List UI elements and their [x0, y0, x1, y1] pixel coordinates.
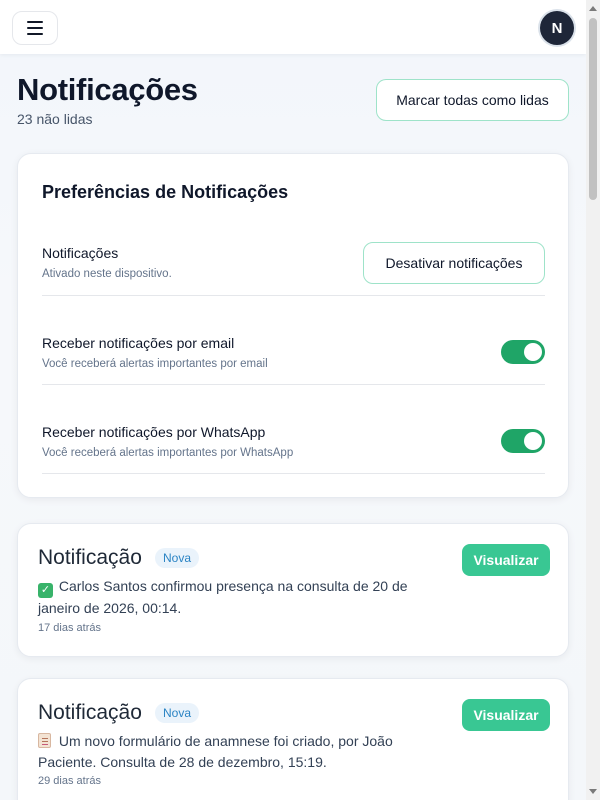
email-notifications-toggle[interactable] [501, 340, 545, 364]
mark-all-read-button[interactable]: Marcar todas como lidas [376, 79, 569, 121]
scroll-down-icon[interactable] [589, 789, 597, 794]
scroll-up-icon[interactable] [589, 6, 597, 11]
disable-notifications-button[interactable]: Desativar notificações [363, 242, 545, 284]
notification-title: Notificação [38, 546, 142, 569]
notification-time: 29 dias atrás [38, 775, 101, 787]
top-bar: N [0, 0, 586, 54]
preferences-card: Preferências de Notificações Notificaçõe… [17, 153, 569, 498]
whatsapp-notifications-toggle[interactable] [501, 429, 545, 453]
toggle-knob [524, 343, 542, 361]
notification-card: Notificação Nova Visualizar ✓ Carlos San… [17, 523, 569, 657]
page-title: Notificações [17, 72, 198, 107]
notification-message-text: Carlos Santos confirmou presença na cons… [38, 578, 408, 616]
unread-count: 23 não lidas [17, 111, 93, 127]
push-notifications-desc: Ativado neste dispositivo. [42, 268, 172, 280]
email-notifications-label: Receber notificações por email [42, 335, 235, 351]
document-icon [38, 733, 51, 748]
notification-message: Um novo formulário de anamnese foi criad… [38, 731, 418, 773]
notification-card: Notificação Nova Visualizar Um novo form… [17, 678, 569, 800]
avatar[interactable]: N [540, 11, 574, 45]
hamburger-icon-line [27, 21, 43, 23]
scroll-thumb[interactable] [589, 18, 597, 200]
whatsapp-notifications-desc: Você receberá alertas importantes por Wh… [42, 447, 294, 459]
email-notifications-desc: Você receberá alertas importantes por em… [42, 358, 268, 370]
whatsapp-notifications-label: Receber notificações por WhatsApp [42, 424, 266, 440]
whatsapp-notifications-row: Receber notificações por WhatsApp Você r… [42, 385, 545, 474]
push-notifications-label: Notificações [42, 245, 119, 261]
notification-message-text: Um novo formulário de anamnese foi criad… [38, 733, 393, 770]
view-notification-button[interactable]: Visualizar [462, 699, 550, 731]
check-mark-icon: ✓ [38, 583, 53, 598]
push-notifications-row: Notificações Ativado neste dispositivo. … [42, 154, 545, 296]
notification-title: Notificação [38, 701, 142, 724]
hamburger-icon-line [27, 33, 43, 35]
new-badge: Nova [155, 703, 200, 723]
notification-message: ✓ Carlos Santos confirmou presença na co… [38, 576, 418, 619]
toggle-knob [524, 432, 542, 450]
hamburger-icon-line [27, 27, 43, 29]
menu-button[interactable] [12, 11, 58, 45]
new-badge: Nova [155, 548, 200, 568]
notification-time: 17 dias atrás [38, 622, 101, 634]
scrollbar[interactable] [586, 0, 600, 800]
email-notifications-row: Receber notificações por email Você rece… [42, 296, 545, 385]
view-notification-button[interactable]: Visualizar [462, 544, 550, 576]
